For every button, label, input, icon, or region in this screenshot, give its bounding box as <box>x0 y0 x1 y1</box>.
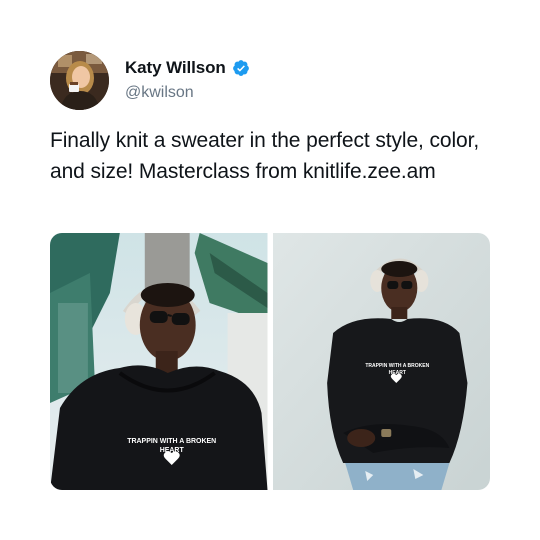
media-photo-1[interactable]: TRAPPIN WITH A BROKEN HEART <box>50 233 268 490</box>
tweet-header: Katy Willson @kwilson <box>50 50 250 110</box>
media-photo-2[interactable]: TRAPPIN WITH A BROKEN HEART <box>272 233 490 490</box>
photo-2-image: TRAPPIN WITH A BROKEN HEART <box>272 233 490 490</box>
name-row: Katy Willson <box>125 58 250 78</box>
photo-1-image: TRAPPIN WITH A BROKEN HEART <box>50 233 268 490</box>
display-name[interactable]: Katy Willson <box>125 58 226 78</box>
author-info: Katy Willson @kwilson <box>125 58 250 102</box>
tweet-card: Katy Willson @kwilson Finally knit a swe… <box>0 0 540 540</box>
hoodie-print-line1: TRAPPIN WITH A BROKEN <box>365 363 429 369</box>
tweet-text: Finally knit a sweater in the perfect st… <box>50 129 480 183</box>
avatar[interactable] <box>50 50 109 110</box>
verified-badge-icon <box>232 59 250 77</box>
media-grid: TRAPPIN WITH A BROKEN HEART TRAPPIN WITH… <box>50 233 490 490</box>
user-photo-icon <box>50 50 109 110</box>
handle[interactable]: @kwilson <box>125 84 250 102</box>
hoodie-print-line1: TRAPPIN WITH A BROKEN <box>127 438 216 445</box>
